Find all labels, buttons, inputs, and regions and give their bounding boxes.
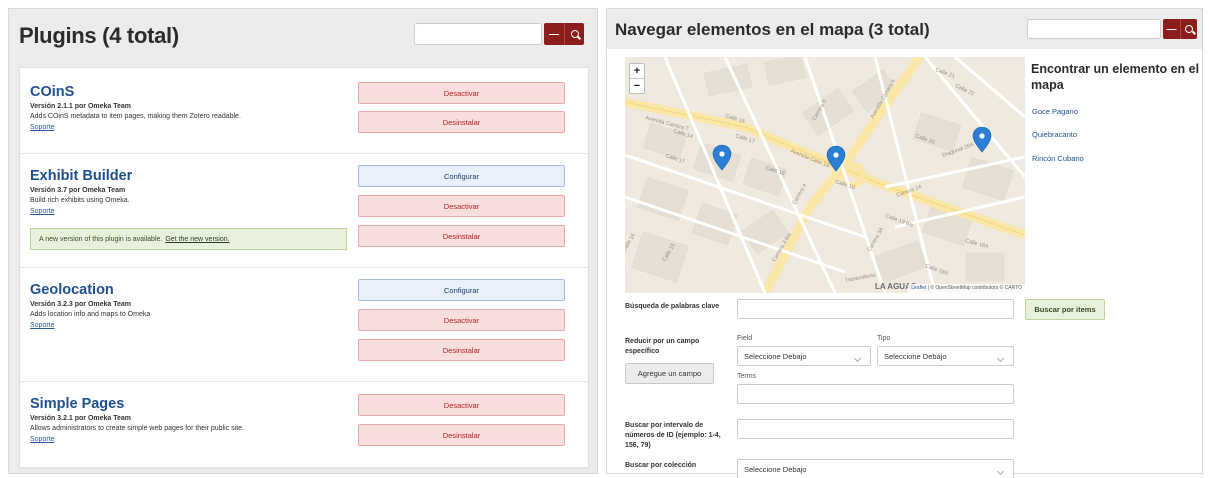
plugin-description: Build rich exhibits using Omeka. bbox=[30, 197, 130, 204]
page-title: Navegar elementos en el mapa (3 total) bbox=[615, 20, 930, 39]
plugin-version: Versión 3.2.1 por Omeka Team bbox=[30, 415, 132, 422]
type-select-value: Seleccione Debajo bbox=[884, 351, 947, 361]
uninstall-button[interactable]: Desinstalar bbox=[358, 225, 565, 247]
search-icon bbox=[1185, 25, 1193, 33]
plugin-exhibit-builder: Exhibit Builder Versión 3.7 por Omeka Te… bbox=[20, 154, 588, 268]
map[interactable]: Avenida Carrera 7 Avenida Calle 19 Aveni… bbox=[625, 57, 1025, 293]
uninstall-button[interactable]: Desinstalar bbox=[358, 424, 565, 446]
collection-select-value: Seleccione Debajo bbox=[744, 464, 807, 474]
plugins-header: Plugins (4 total) — bbox=[9, 9, 597, 59]
chevron-down-icon bbox=[996, 467, 1005, 476]
search-input[interactable] bbox=[414, 23, 542, 45]
map-tiles: Avenida Carrera 7 Avenida Calle 19 Aveni… bbox=[625, 57, 1025, 293]
terms-label: Terms bbox=[737, 373, 757, 380]
deactivate-button[interactable]: Desactivar bbox=[358, 195, 565, 217]
map-item-link[interactable]: Goce Pagano bbox=[1032, 107, 1078, 116]
configure-button[interactable]: Configurar bbox=[358, 279, 565, 301]
search-options-button[interactable]: — bbox=[544, 23, 564, 45]
plugin-name: Simple Pages bbox=[30, 396, 125, 412]
chevron-down-icon bbox=[996, 354, 1005, 363]
add-field-button[interactable]: Agregue un campo bbox=[625, 363, 714, 384]
plugin-name: COinS bbox=[30, 84, 75, 100]
zoom-in-button[interactable]: + bbox=[630, 64, 644, 79]
plugin-coins: COinS Versión 2.1.1 por Omeka Team Adds … bbox=[20, 68, 588, 154]
map-zoom-control: + − bbox=[629, 63, 645, 94]
attribution-text: | © OpenStreetMap contributors © CARTO bbox=[927, 285, 1022, 291]
search-options-button[interactable]: — bbox=[1163, 19, 1180, 39]
plugin-list: COinS Versión 2.1.1 por Omeka Team Adds … bbox=[19, 67, 589, 469]
keyword-label: Búsqueda de palabras clave bbox=[625, 303, 720, 310]
plugin-version: Versión 3.2.3 por Omeka Team bbox=[30, 301, 132, 308]
field-select-value: Seleccione Debajo bbox=[744, 351, 807, 361]
plugin-support-link[interactable]: Soporte bbox=[30, 436, 55, 443]
search-button[interactable] bbox=[1180, 19, 1197, 39]
id-range-input[interactable] bbox=[737, 419, 1014, 439]
map-browse-panel: Navegar elementos en el mapa (3 total) — bbox=[606, 8, 1203, 478]
plugin-simple-pages: Simple Pages Versión 3.2.1 por Omeka Tea… bbox=[20, 382, 588, 468]
search-items-button[interactable]: Buscar por items bbox=[1025, 299, 1105, 320]
keyword-input[interactable] bbox=[737, 299, 1014, 319]
search-options-label: — bbox=[1166, 23, 1177, 35]
search-options-label: — bbox=[549, 28, 559, 40]
plugin-description: Adds location info and maps to Omeka bbox=[30, 311, 151, 318]
uninstall-button[interactable]: Desinstalar bbox=[358, 111, 565, 133]
find-item-title: Encontrar un elemento en el mapa bbox=[1031, 62, 1200, 92]
plugin-description: Allows administrators to create simple w… bbox=[30, 425, 244, 432]
map-browse-body: Avenida Carrera 7 Avenida Calle 19 Aveni… bbox=[615, 49, 1202, 478]
narrow-field-label: Reducir por un campo específico bbox=[625, 338, 700, 355]
chevron-down-icon bbox=[853, 354, 862, 363]
deactivate-button[interactable]: Desactivar bbox=[358, 309, 565, 331]
zoom-out-button[interactable]: − bbox=[630, 79, 644, 94]
plugin-version: Versión 3.7 por Omeka Team bbox=[30, 187, 126, 194]
search-input[interactable] bbox=[1027, 19, 1161, 39]
update-notice: A new version of this plugin is availabl… bbox=[30, 228, 347, 250]
plugins-panel: Plugins (4 total) — COinS Versión 2.1.1 … bbox=[8, 8, 598, 474]
plugin-version: Versión 2.1.1 por Omeka Team bbox=[30, 103, 132, 110]
plugin-name: Geolocation bbox=[30, 282, 114, 298]
map-item-link[interactable]: Quiebracanto bbox=[1032, 130, 1077, 139]
deactivate-button[interactable]: Desactivar bbox=[358, 82, 565, 104]
map-attribution: Leaflet | © OpenStreetMap contributors ©… bbox=[908, 284, 1025, 293]
page-title: Plugins (4 total) bbox=[19, 23, 179, 48]
plugin-support-link[interactable]: Soporte bbox=[30, 208, 55, 215]
update-link[interactable]: Get the new version. bbox=[165, 236, 229, 243]
search-icon bbox=[570, 30, 579, 38]
plugin-support-link[interactable]: Soporte bbox=[30, 124, 55, 131]
plugin-name: Exhibit Builder bbox=[30, 168, 133, 184]
collection-label: Buscar por colección bbox=[625, 462, 697, 469]
field-label: Field bbox=[737, 335, 753, 342]
map-item-link[interactable]: Rincón Cubano bbox=[1032, 154, 1084, 163]
field-select[interactable]: Seleccione Debajo bbox=[737, 346, 871, 366]
plugin-support-link[interactable]: Soporte bbox=[30, 322, 55, 329]
search-button[interactable] bbox=[564, 23, 584, 45]
leaflet-link[interactable]: Leaflet bbox=[911, 285, 926, 291]
map-browse-header: Navegar elementos en el mapa (3 total) — bbox=[607, 9, 1202, 49]
type-label: Tipo bbox=[877, 335, 891, 342]
id-range-label: Buscar por intervalo de números de ID (e… bbox=[625, 422, 721, 449]
update-notice-text: A new version of this plugin is availabl… bbox=[39, 235, 163, 243]
configure-button[interactable]: Configurar bbox=[358, 165, 565, 187]
terms-input[interactable] bbox=[737, 384, 1014, 404]
collection-select[interactable]: Seleccione Debajo bbox=[737, 459, 1014, 478]
deactivate-button[interactable]: Desactivar bbox=[358, 394, 565, 416]
uninstall-button[interactable]: Desinstalar bbox=[358, 339, 565, 361]
type-select[interactable]: Seleccione Debajo bbox=[877, 346, 1014, 366]
plugin-geolocation: Geolocation Versión 3.2.3 por Omeka Team… bbox=[20, 268, 588, 382]
plugin-description: Adds COinS metadata to item pages, makin… bbox=[30, 113, 241, 120]
